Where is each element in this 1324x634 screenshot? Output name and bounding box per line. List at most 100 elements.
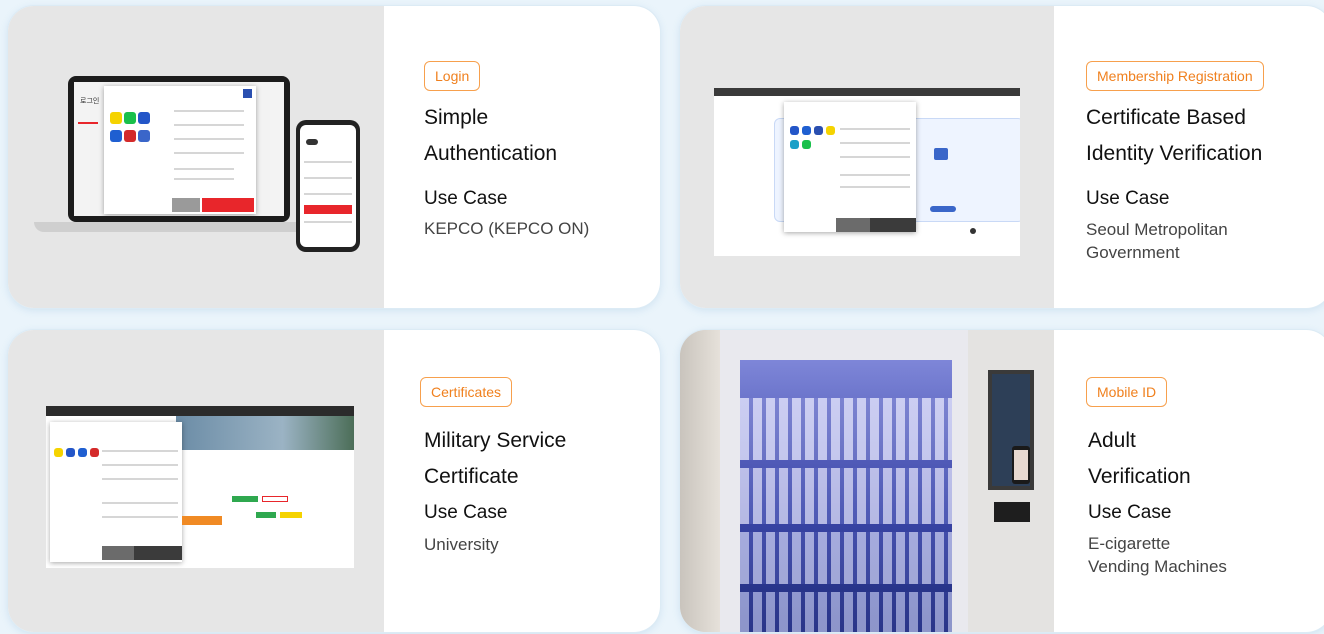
naver-icon — [124, 112, 136, 124]
cancel-button[interactable] — [172, 198, 200, 212]
phone — [296, 120, 360, 252]
card-info: Mobile ID Adult Verification Use Case E-… — [1054, 330, 1324, 632]
kiosk-panel — [968, 330, 1054, 632]
vending-machine-photo — [680, 330, 1054, 632]
browser-bar — [46, 406, 354, 416]
category-tag: Membership Registration — [1086, 61, 1264, 91]
pass-icon — [138, 112, 150, 124]
field-line — [174, 110, 244, 112]
cert-icon — [814, 126, 823, 135]
green-button[interactable] — [256, 512, 276, 518]
browser-window — [46, 406, 354, 568]
card-title-line-1: Certificate Based — [1086, 106, 1246, 129]
wall — [680, 330, 720, 632]
phone-screen — [300, 125, 356, 247]
use-case-value: KEPCO (KEPCO ON) — [424, 219, 590, 238]
confirm-button[interactable] — [134, 546, 182, 560]
cert-icon — [54, 448, 63, 457]
card-title-line-2: Authentication — [424, 142, 558, 165]
confirm-button[interactable] — [870, 218, 916, 232]
cancel-button[interactable] — [102, 546, 134, 560]
certificate-modal — [50, 422, 182, 562]
cert-icon — [790, 140, 799, 149]
login-modal — [104, 86, 256, 214]
cert-icon — [790, 126, 799, 135]
shelf-bottles — [740, 398, 952, 460]
card-login[interactable]: 로그인 Login Simple Authentication Use Case… — [8, 6, 660, 308]
field-line — [840, 128, 910, 130]
field-line — [840, 156, 910, 158]
category-tag: Login — [424, 61, 481, 91]
slide-dot — [970, 228, 976, 234]
laptop-screen: 로그인 — [74, 82, 284, 216]
field-line — [102, 464, 178, 466]
use-case-label: Use Case — [1088, 502, 1172, 523]
laptop-base — [34, 222, 326, 232]
card-title-line-1: Adult — [1088, 429, 1136, 452]
select-button[interactable] — [930, 206, 956, 212]
shelf-bottles — [740, 532, 952, 584]
phone-login-button[interactable] — [304, 205, 352, 214]
browser-window — [714, 88, 1020, 256]
field-line — [102, 450, 178, 452]
field-line — [840, 174, 910, 176]
use-case-value-line-2: Government — [1086, 243, 1180, 262]
red-accent-line — [78, 122, 98, 124]
field-line — [174, 152, 244, 154]
red-outline-button[interactable] — [262, 496, 288, 502]
machine-frame — [720, 330, 968, 632]
field-line — [174, 138, 244, 140]
cert-icon — [90, 448, 99, 457]
card-title-line-2: Identity Verification — [1086, 142, 1263, 165]
toss-icon — [110, 130, 122, 142]
use-case-value-line-1: E-cigarette — [1088, 534, 1171, 553]
field-line — [102, 516, 178, 518]
cert-icon — [802, 126, 811, 135]
field-line — [102, 478, 178, 480]
field-line — [840, 142, 910, 144]
green-button[interactable] — [232, 496, 258, 502]
use-case-label: Use Case — [1086, 188, 1170, 209]
card-certificates[interactable]: Certificates Military Service Certificat… — [8, 330, 660, 632]
card-title-line-1: Military Service — [424, 429, 567, 452]
cert-icon — [826, 126, 835, 135]
card-slot — [994, 502, 1030, 522]
laptop: 로그인 — [68, 76, 290, 222]
phone-screen — [1014, 450, 1028, 480]
cancel-button[interactable] — [836, 218, 870, 232]
campus-banner — [176, 416, 354, 450]
phone-field-line — [304, 161, 352, 163]
category-tag: Mobile ID — [1086, 377, 1168, 407]
use-case-value-line-1: Seoul Metropolitan — [1086, 220, 1228, 239]
card-title-line-1: Simple — [424, 106, 489, 129]
card-title-line-2: Certificate — [424, 465, 519, 488]
laptop-phone-screenshot: 로그인 — [8, 6, 384, 308]
field-line — [174, 178, 234, 180]
field-line — [102, 502, 178, 504]
card-info: Membership Registration Certificate Base… — [1054, 6, 1324, 308]
shelf-bottles — [740, 592, 952, 632]
yellow-button[interactable] — [280, 512, 302, 518]
bank-icon — [124, 130, 136, 142]
cert-icon — [66, 448, 75, 457]
phone-field-line — [304, 177, 352, 179]
id-card-icon — [934, 148, 948, 160]
use-case-label: Use Case — [424, 502, 508, 523]
card-info: Login Simple Authentication Use Case KEP… — [384, 6, 660, 308]
card-title-line-2: Verification — [1088, 465, 1191, 488]
verification-modal — [784, 102, 916, 232]
card-mobile-id[interactable]: Mobile ID Adult Verification Use Case E-… — [680, 330, 1324, 632]
diamond-icon — [138, 130, 150, 142]
shelf-bottles — [740, 468, 952, 524]
use-case-value: University — [424, 535, 499, 554]
logo-icon — [243, 89, 252, 98]
use-case-value-line-2: Vending Machines — [1088, 557, 1227, 576]
issue-button[interactable] — [182, 516, 222, 525]
field-line — [174, 124, 244, 126]
cert-icon — [802, 140, 811, 149]
phone-field-line — [304, 221, 352, 223]
glass-door — [740, 360, 952, 632]
confirm-button[interactable] — [202, 198, 254, 212]
phone-field-line — [304, 193, 352, 195]
card-membership-registration[interactable]: Membership Registration Certificate Base… — [680, 6, 1324, 308]
